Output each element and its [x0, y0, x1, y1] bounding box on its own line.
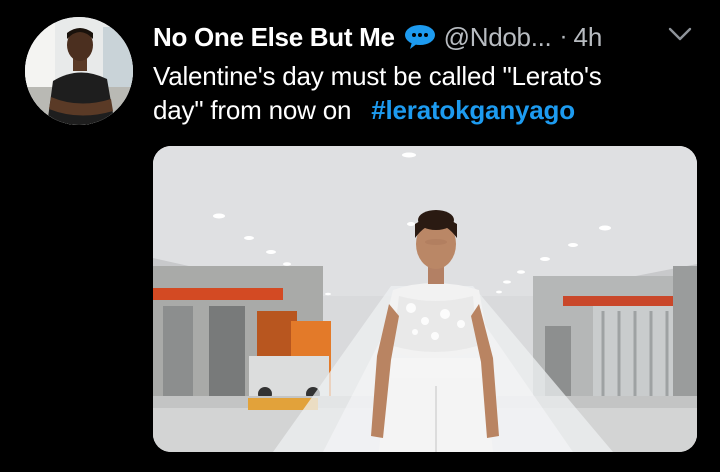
- tweet: No One Else But Me @Ndob... · 4h Valenti…: [0, 0, 720, 472]
- avatar-photo: [25, 17, 133, 125]
- separator-dot: ·: [559, 23, 568, 50]
- tweet-text-line-2: day" from now on #leratokganyago: [153, 93, 693, 127]
- tweet-header: No One Else But Me @Ndob... · 4h: [153, 20, 698, 54]
- display-name[interactable]: No One Else But Me: [153, 22, 395, 53]
- avatar[interactable]: [25, 17, 133, 125]
- hashtag-link[interactable]: #leratokganyago: [371, 95, 575, 125]
- tweet-text: Valentine's day must be called "Lerato's…: [153, 59, 693, 127]
- speech-bubble-icon: [404, 24, 436, 50]
- user-handle[interactable]: @Ndob...: [444, 22, 552, 53]
- chevron-down-icon[interactable]: [666, 24, 694, 44]
- media-photo: [153, 146, 697, 452]
- tweet-timestamp[interactable]: 4h: [573, 22, 602, 53]
- tweet-text-line-2-body: day" from now on: [153, 95, 352, 125]
- tweet-text-line-1: Valentine's day must be called "Lerato's: [153, 61, 602, 91]
- tweet-media-image[interactable]: [153, 146, 697, 452]
